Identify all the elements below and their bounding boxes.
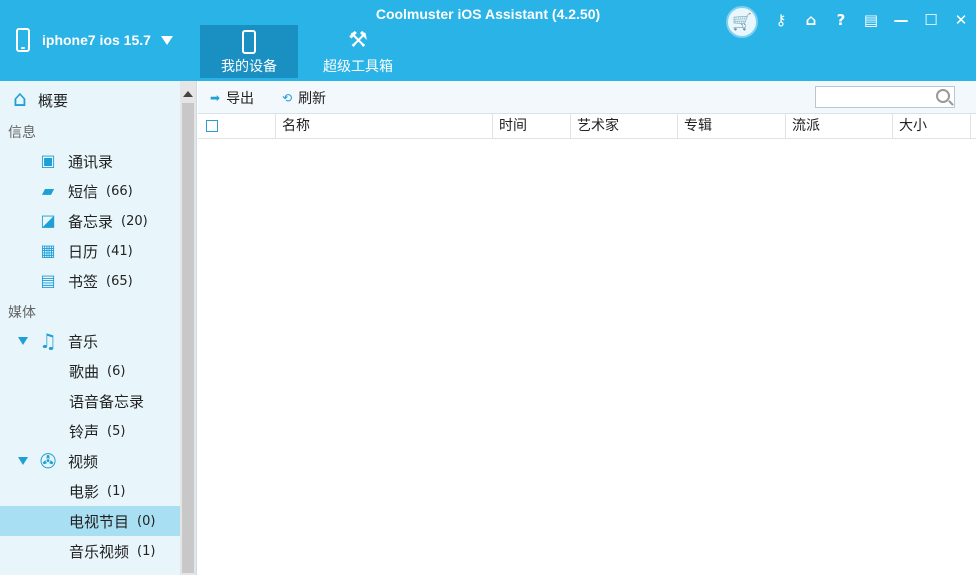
column-header-time[interactable]: 时间 (493, 114, 571, 138)
minimize-icon[interactable]: — (890, 8, 912, 32)
sidebar-item-overview[interactable]: ⌂ 概要 (0, 85, 180, 115)
sidebar-item-label: 音乐 (68, 332, 99, 351)
sidebar-item-count: (20) (121, 213, 148, 229)
sidebar-item-count: (5) (107, 423, 126, 439)
sidebar-item-label: 日历 (68, 242, 99, 261)
sidebar-item-messages[interactable]: ▰ 短信 (66) (0, 176, 180, 206)
cart-icon[interactable]: 🛒 (726, 6, 758, 38)
sidebar-item-movies[interactable]: 电影 (1) (0, 476, 180, 506)
sidebar-item-count: (65) (106, 273, 133, 289)
film-reel-icon: ✇ (39, 449, 57, 473)
sidebar-item-tv-shows[interactable]: 电视节目 (0) (0, 506, 180, 536)
section-header-media: 媒体 (8, 305, 36, 321)
note-icon: ◪ (40, 211, 56, 230)
sidebar-item-music-videos[interactable]: 音乐视频 (1) (0, 536, 180, 566)
photo-icon: ◉ (38, 571, 58, 575)
sidebar-item-voice-memos[interactable]: 语音备忘录 (0, 386, 180, 416)
message-icon: ▰ (41, 181, 55, 200)
sidebar-item-count: (41) (106, 243, 133, 259)
sidebar-item-label: 电影 (69, 482, 100, 501)
tab-my-device[interactable]: 我的设备 (200, 25, 298, 78)
tools-icon: ⚒ (348, 28, 368, 53)
sidebar-item-count: (1) (137, 543, 156, 559)
sidebar-item-label: 歌曲 (69, 362, 100, 381)
tab-super-toolbox[interactable]: ⚒ 超级工具箱 (313, 25, 403, 78)
key-icon[interactable]: ⚷ (770, 8, 792, 32)
column-checkbox (198, 114, 276, 138)
tab-label: 我的设备 (221, 59, 277, 75)
sidebar-item-label: 短信 (68, 182, 99, 201)
phone-icon (200, 28, 298, 54)
close-icon[interactable]: ✕ (950, 8, 972, 32)
column-header-size[interactable]: 大小 (893, 114, 971, 138)
sidebar-item-songs[interactable]: 歌曲 (6) (0, 356, 180, 386)
sidebar-item-label: 概要 (38, 91, 69, 110)
content-toolbar: ➡ 导出 ⟲ 刷新 (198, 81, 976, 114)
feedback-icon[interactable]: ▤ (860, 8, 882, 32)
contacts-icon: ▣ (40, 151, 56, 170)
sidebar-item-contacts[interactable]: ▣ 通讯录 (0, 146, 180, 176)
maximize-icon[interactable]: ☐ (920, 8, 942, 32)
tab-label: 超级工具箱 (323, 59, 393, 75)
refresh-button[interactable]: ⟲ 刷新 (282, 88, 326, 108)
expand-toggle-icon[interactable] (18, 457, 28, 465)
column-header-artist[interactable]: 艺术家 (571, 114, 678, 138)
sidebar-scrollbar[interactable] (180, 81, 196, 575)
section-header-info: 信息 (8, 125, 36, 141)
music-note-icon: ♫ (39, 329, 57, 353)
sidebar-item-ringtones[interactable]: 铃声 (5) (0, 416, 180, 446)
sidebar-item-count: (0) (137, 513, 156, 529)
sidebar-item-music[interactable]: ♫ 音乐 (0, 326, 180, 356)
sidebar-item-bookmarks[interactable]: ▤ 书签 (65) (0, 266, 180, 296)
sidebar-item-label: 电视节目 (69, 512, 130, 531)
sidebar-item-label: 视频 (68, 452, 99, 471)
column-header-genre[interactable]: 流派 (786, 114, 893, 138)
device-selector[interactable]: iphone7 ios 15.7 (16, 26, 173, 54)
home-icon: ⌂ (13, 87, 27, 112)
export-button[interactable]: ➡ 导出 (210, 88, 254, 108)
refresh-icon: ⟲ (282, 91, 293, 105)
sidebar-item-notes[interactable]: ◪ 备忘录 (20) (0, 206, 180, 236)
scrollbar-thumb[interactable] (182, 103, 194, 573)
sidebar-item-video[interactable]: ✇ 视频 (0, 446, 180, 476)
table-header: 名称 时间 艺术家 专辑 流派 大小 (198, 114, 976, 139)
export-label: 导出 (226, 91, 255, 107)
scroll-up-icon[interactable] (183, 91, 193, 97)
sidebar-item-count: (6) (107, 363, 126, 379)
sidebar-item-photos-partial[interactable]: ◉ (0, 566, 180, 575)
sidebar-item-calendar[interactable]: ▦ 日历 (41) (0, 236, 180, 266)
sidebar-item-label: 备忘录 (68, 212, 114, 231)
help-icon[interactable]: ? (830, 8, 852, 32)
bookmark-icon: ▤ (40, 271, 56, 290)
sidebar-item-label: 书签 (68, 272, 99, 291)
column-header-name[interactable]: 名称 (276, 114, 493, 138)
chevron-down-icon (160, 35, 173, 45)
column-header-album[interactable]: 专辑 (678, 114, 786, 138)
sidebar-item-label: 音乐视频 (69, 542, 130, 561)
title-bar: Coolmuster iOS Assistant (4.2.50) iphone… (0, 0, 976, 81)
search-icon[interactable] (936, 89, 950, 103)
search-input[interactable] (815, 86, 955, 108)
sidebar-item-label: 通讯录 (68, 152, 114, 171)
sidebar-item-count: (66) (106, 183, 133, 199)
phone-icon (16, 28, 30, 52)
expand-toggle-icon[interactable] (18, 337, 28, 345)
arrow-right-icon: ➡ (210, 91, 221, 105)
calendar-icon: ▦ (40, 241, 56, 260)
device-name: iphone7 ios 15.7 (42, 32, 151, 48)
refresh-label: 刷新 (298, 91, 327, 107)
home-icon[interactable]: ⌂ (800, 8, 822, 32)
sidebar: ⌂ 概要 信息 ▣ 通讯录 ▰ 短信 (66) ◪ 备忘录 (20) ▦ 日历 … (0, 81, 197, 575)
sidebar-item-count: (1) (107, 483, 126, 499)
sidebar-item-label: 语音备忘录 (69, 392, 145, 411)
sidebar-item-label: 铃声 (69, 422, 100, 441)
table-body (198, 140, 976, 575)
